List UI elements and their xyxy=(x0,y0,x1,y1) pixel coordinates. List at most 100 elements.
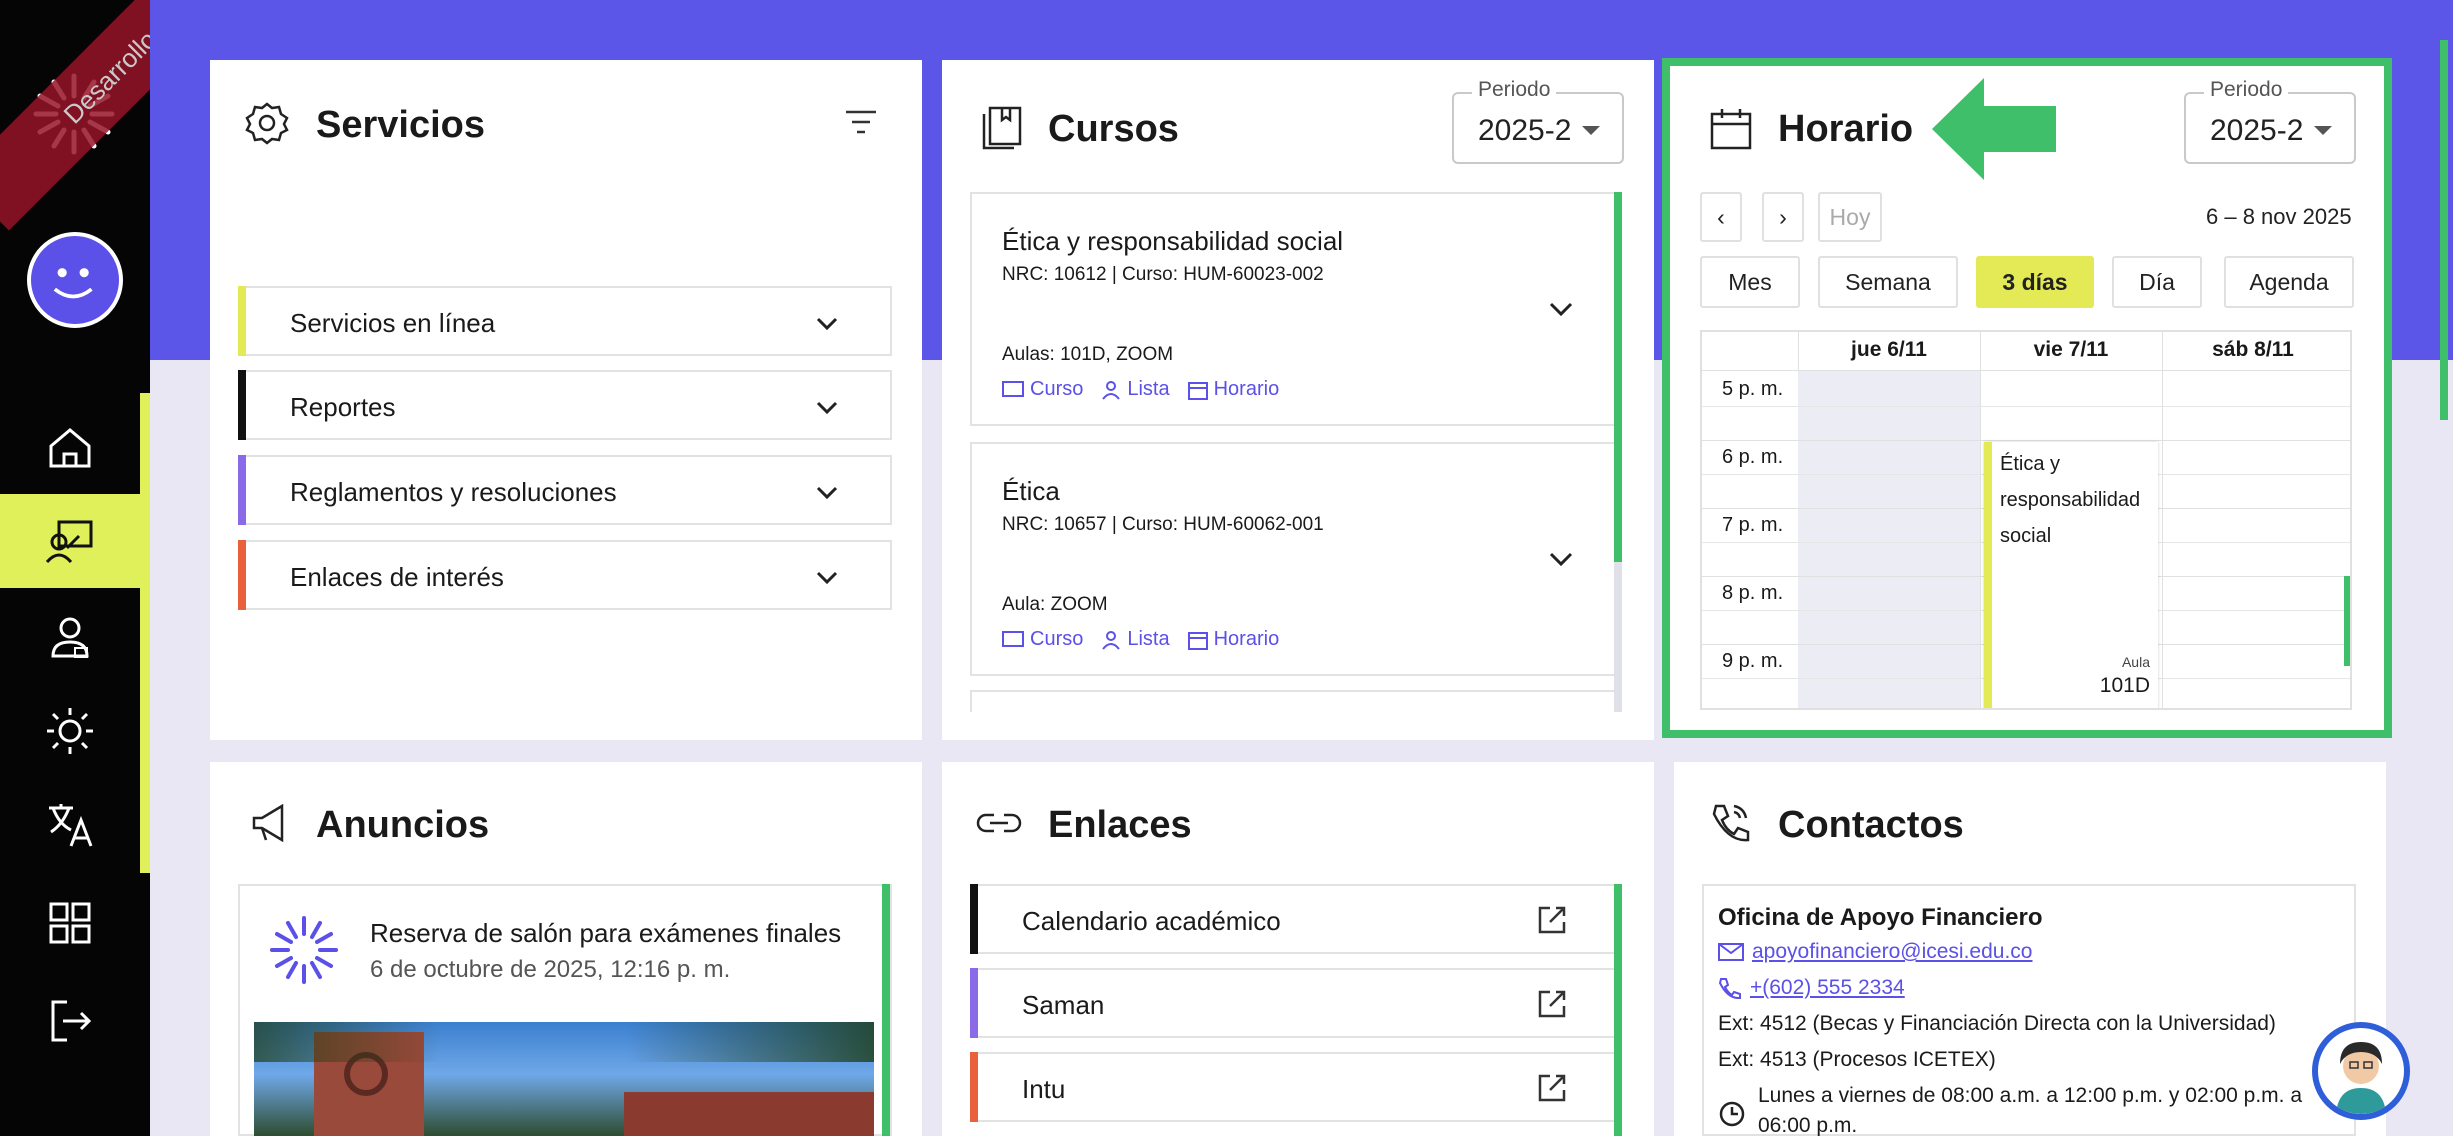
time-label: 5 p. m. xyxy=(1722,378,1784,400)
chevron-down-icon[interactable] xyxy=(1546,544,1576,574)
chat-assistant-button[interactable] xyxy=(2312,1022,2410,1120)
accent-bar xyxy=(238,455,246,525)
chevron-down-icon xyxy=(816,571,838,585)
link-label: Curso xyxy=(1030,628,1084,650)
view-month-button[interactable]: Mes xyxy=(1700,256,1800,308)
link-label: Horario xyxy=(1213,378,1280,400)
roster-link[interactable]: Lista xyxy=(1101,378,1170,401)
announcement-date: 6 de octubre de 2025, 12:16 p. m. xyxy=(370,956,731,983)
accent-bar xyxy=(970,1052,978,1122)
external-link-icon xyxy=(1538,990,1566,1018)
view-week-button[interactable]: Semana xyxy=(1818,256,1958,308)
event-title: Ética y responsabilidad social xyxy=(2000,453,2141,547)
user-icon xyxy=(1102,630,1121,650)
nav-appearance[interactable] xyxy=(0,684,140,778)
external-link-icon xyxy=(1538,1074,1566,1102)
day-header: sáb 8/11 xyxy=(2212,338,2294,361)
roster-link[interactable]: Lista xyxy=(1101,628,1170,651)
page-scrollbar[interactable] xyxy=(2440,40,2448,420)
nav-logout[interactable] xyxy=(0,974,140,1068)
course-link[interactable]: Curso xyxy=(1002,378,1083,401)
teaching-icon xyxy=(45,520,93,564)
contact-hours-cont: 06:00 p.m. xyxy=(1758,1114,1858,1136)
calendar-event[interactable]: Ética y responsabilidad social Aula 101D xyxy=(1984,442,2158,708)
caret-down-icon xyxy=(1582,126,1600,135)
contact-phone-link[interactable]: +(602) 555 2334 xyxy=(1718,976,1905,1000)
course-item: Ética NRC: 10657 | Curso: HUM-60062-001 … xyxy=(970,442,1618,676)
calendar-icon xyxy=(1187,631,1208,650)
period-value: 2025-2 xyxy=(1478,114,1572,147)
calendar-today-button[interactable]: Hoy xyxy=(1818,192,1882,242)
nav-apps[interactable] xyxy=(0,876,140,970)
event-aula-label: Aula xyxy=(2121,654,2150,670)
chevron-down-icon[interactable] xyxy=(1546,294,1576,324)
sidebar: Desarrollo xyxy=(0,0,264,1136)
horario-period-select[interactable]: Periodo 2025-2 xyxy=(2184,78,2356,164)
period-value: 2025-2 xyxy=(2210,114,2304,147)
link-item-intu[interactable]: Intu xyxy=(970,1052,1618,1122)
calendar-icon xyxy=(1708,106,1754,152)
view-agenda-button[interactable]: Agenda xyxy=(2224,256,2354,308)
scroll-indicator[interactable] xyxy=(1614,884,1622,1136)
nav-home[interactable] xyxy=(0,400,140,494)
servicios-title: Servicios xyxy=(316,104,485,146)
course-title: Ética xyxy=(1002,476,1060,506)
accordion-label: Reglamentos y resoluciones xyxy=(290,477,617,507)
calendar-prev-button[interactable]: ‹ xyxy=(1700,192,1742,242)
accordion-reglamentos[interactable]: Reglamentos y resoluciones xyxy=(238,455,892,525)
contactos-title: Contactos xyxy=(1778,804,1964,846)
phone-icon xyxy=(1718,978,1741,999)
scroll-indicator[interactable] xyxy=(882,884,890,1136)
pointer-arrow xyxy=(1932,78,2056,180)
course-item-partial xyxy=(970,690,1618,712)
period-label: Periodo xyxy=(1472,78,1557,102)
accordion-enlaces-interes[interactable]: Enlaces de interés xyxy=(238,540,892,610)
view-3days-button[interactable]: 3 días xyxy=(1976,256,2094,308)
link-item-calendario[interactable]: Calendario académico xyxy=(970,884,1618,954)
link-label: Intu xyxy=(1022,1074,1066,1104)
accordion-label: Reportes xyxy=(290,392,396,422)
sun-icon xyxy=(47,708,93,754)
time-label: 6 p. m. xyxy=(1722,446,1784,468)
accordion-label: Servicios en línea xyxy=(290,308,496,338)
time-label: 9 p. m. xyxy=(1722,650,1784,672)
schedule-link[interactable]: Horario xyxy=(1187,378,1280,401)
nav-teaching[interactable] xyxy=(0,494,140,588)
cursos-period-select[interactable]: Periodo 2025-2 xyxy=(1452,78,1624,164)
accordion-reportes[interactable]: Reportes xyxy=(238,370,892,440)
chevron-down-icon xyxy=(816,401,838,415)
contact-ext-1: Ext: 4512 (Becas y Financiación Directa … xyxy=(1718,1012,2276,1035)
link-label: Saman xyxy=(1022,990,1105,1020)
monitor-icon xyxy=(1002,630,1024,647)
gear-icon xyxy=(244,100,290,146)
nav-user[interactable] xyxy=(0,590,140,684)
link-item-saman[interactable]: Saman xyxy=(970,968,1618,1038)
translate-icon xyxy=(49,804,93,847)
accent-bar xyxy=(238,286,246,356)
link-icon xyxy=(976,800,1022,846)
chevron-down-icon xyxy=(816,486,838,500)
avatar[interactable] xyxy=(27,232,123,328)
view-day-button[interactable]: Día xyxy=(2112,256,2202,308)
scroll-indicator[interactable] xyxy=(2344,576,2350,666)
course-item: Ética y responsabilidad social NRC: 1061… xyxy=(970,192,1618,426)
contact-email-link[interactable]: apoyofinanciero@icesi.edu.co xyxy=(1718,940,2033,964)
nav-language[interactable] xyxy=(0,778,140,872)
event-aula: 101D xyxy=(2099,674,2150,697)
accordion-servicios-en-linea[interactable]: Servicios en línea xyxy=(238,286,892,356)
day-header: jue 6/11 xyxy=(1851,338,1927,361)
announcement-item[interactable]: Reserva de salón para exámenes finales 6… xyxy=(238,884,892,1136)
course-link[interactable]: Curso xyxy=(1002,628,1083,651)
scroll-indicator[interactable] xyxy=(1614,192,1622,562)
calendar-next-button[interactable]: › xyxy=(1762,192,1804,242)
anuncios-title: Anuncios xyxy=(316,804,490,846)
schedule-link[interactable]: Horario xyxy=(1187,628,1279,651)
apps-icon xyxy=(49,902,91,944)
chevron-down-icon xyxy=(816,317,838,331)
caret-down-icon xyxy=(2314,126,2332,135)
link-label: Curso xyxy=(1030,378,1084,400)
user-icon xyxy=(1102,380,1121,400)
accordion-label: Enlaces de interés xyxy=(290,562,504,592)
mail-icon xyxy=(1718,943,1744,961)
filter-icon[interactable] xyxy=(844,108,878,136)
